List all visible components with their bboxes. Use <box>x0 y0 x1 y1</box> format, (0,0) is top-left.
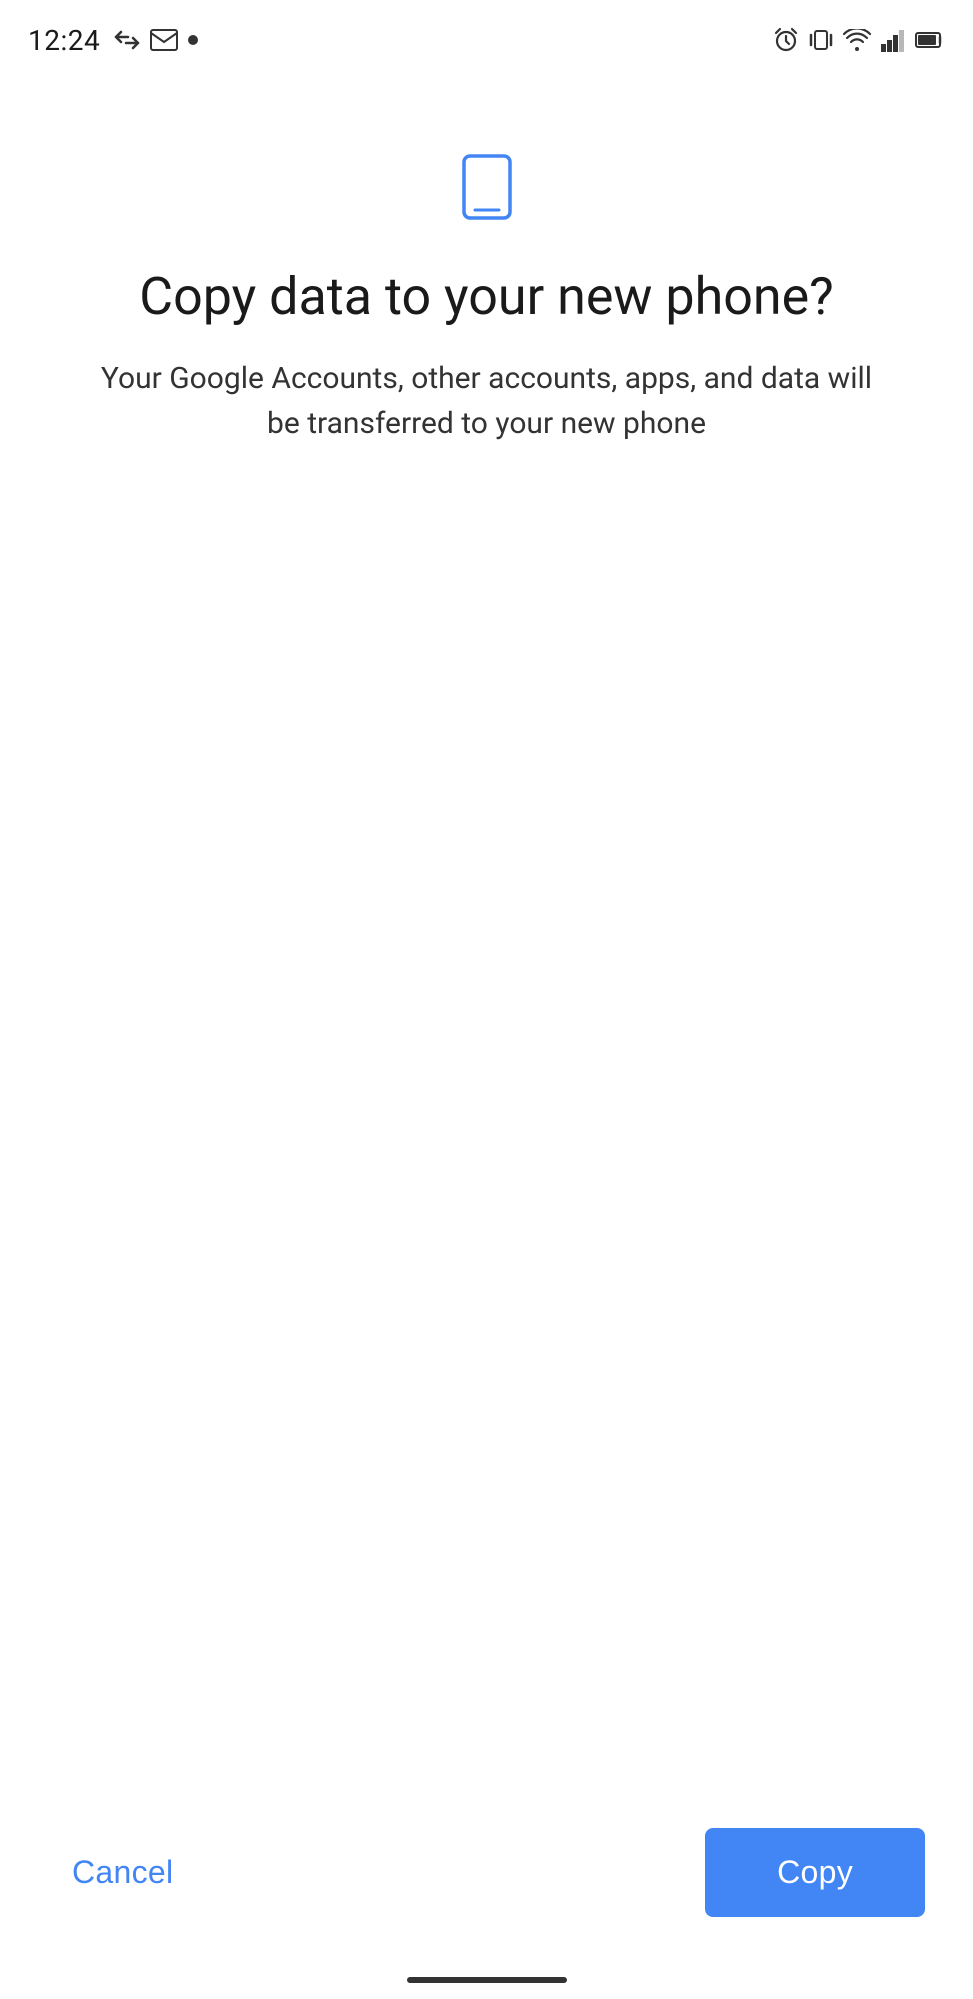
status-bar: 12:24 <box>0 0 973 72</box>
page-title: Copy data to your new phone? <box>139 266 833 328</box>
status-icons-left <box>114 29 198 51</box>
status-right <box>773 27 945 53</box>
phone-icon <box>452 152 522 222</box>
status-left: 12:24 <box>28 24 198 57</box>
alarm-icon <box>773 27 799 53</box>
notification-dot <box>188 35 198 45</box>
main-content: Copy data to your new phone? Your Google… <box>0 72 973 1788</box>
battery-icon <box>915 30 945 50</box>
cancel-button[interactable]: Cancel <box>48 1834 197 1911</box>
gmail-icon <box>150 29 178 51</box>
vibrate-icon <box>809 27 833 53</box>
phone-icon-container <box>452 152 522 226</box>
status-time: 12:24 <box>28 24 100 57</box>
home-indicator <box>0 1977 973 1999</box>
page-subtitle: Your Google Accounts, other accounts, ap… <box>97 356 877 446</box>
sync-icon <box>114 30 140 50</box>
home-bar <box>407 1977 567 1983</box>
copy-button[interactable]: Copy <box>705 1828 925 1917</box>
signal-icon <box>881 28 905 52</box>
bottom-bar: Cancel Copy <box>0 1788 973 1977</box>
wifi-icon <box>843 29 871 51</box>
